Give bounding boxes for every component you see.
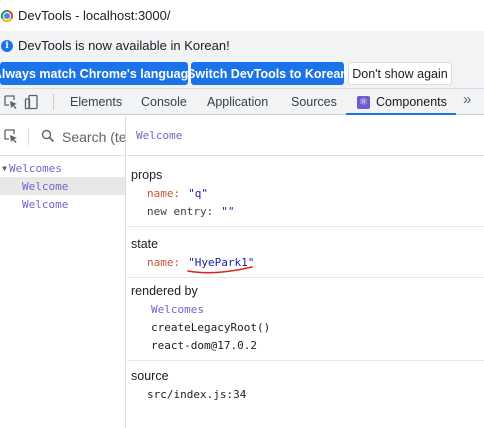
prop-key: name:	[147, 186, 181, 200]
tree-item-welcomes[interactable]: ▼ Welcomes	[0, 159, 125, 177]
selected-component-name: Welcome	[127, 116, 484, 156]
prop-value[interactable]: ""	[221, 205, 234, 218]
chrome-logo-icon	[1, 9, 13, 22]
dont-show-again-button[interactable]: Don't show again	[348, 62, 452, 85]
prop-row[interactable]: name: "q"	[131, 184, 484, 202]
caret-down-icon[interactable]: ▼	[0, 164, 9, 173]
tab-console[interactable]: Console	[141, 89, 187, 115]
source-location[interactable]: src/index.js:34	[131, 385, 484, 403]
source-section: source src/index.js:34	[127, 361, 484, 403]
prop-value[interactable]: "q"	[188, 187, 208, 200]
rendered-by-item[interactable]: Welcomes	[131, 300, 484, 318]
tree-item-welcome-selected[interactable]: Welcome	[0, 177, 125, 195]
infobar-message: DevTools is now available in Korean!	[18, 38, 230, 53]
window-title: DevTools - localhost:3000/	[18, 8, 171, 23]
props-title: props	[131, 168, 163, 182]
tab-components-label: Components	[376, 95, 447, 109]
rendered-by-item: react-dom@17.0.2	[151, 338, 257, 352]
component-search-input[interactable]	[62, 127, 125, 147]
infobar-buttons: Always match Chrome's language Switch De…	[0, 60, 484, 88]
select-component-icon[interactable]	[3, 128, 19, 144]
state-row[interactable]: name: "HyePark1"	[131, 253, 484, 271]
source-title: source	[131, 369, 169, 383]
react-components-icon: ⚛	[357, 95, 370, 109]
tab-elements[interactable]: Elements	[70, 89, 122, 115]
rendered-by-title: rendered by	[131, 284, 198, 298]
always-match-language-button[interactable]: Always match Chrome's language	[0, 62, 195, 85]
red-underline-annotation	[187, 266, 253, 274]
more-tabs-icon[interactable]: »	[463, 91, 471, 108]
switch-to-korean-button[interactable]: Switch DevTools to Korean	[187, 62, 348, 85]
language-infobar: i DevTools is now available in Korean!	[0, 31, 484, 60]
active-tab-indicator	[346, 113, 456, 115]
tree-item-label: Welcome	[22, 179, 69, 193]
inspect-element-icon[interactable]	[3, 94, 19, 110]
tree-item-welcome[interactable]: Welcome	[0, 195, 125, 213]
state-key: name:	[147, 255, 181, 269]
info-icon: i	[1, 39, 13, 52]
component-inspector-pane: Welcome props name: "q" new entry: "" st…	[127, 116, 484, 428]
tree-item-label: Welcome	[22, 197, 69, 211]
tab-application[interactable]: Application	[207, 89, 268, 115]
prop-row[interactable]: new entry: ""	[131, 202, 484, 220]
search-icon	[41, 129, 55, 143]
rendered-by-item: createLegacyRoot()	[151, 320, 271, 334]
toolbar-divider	[53, 94, 54, 110]
toolbar-divider	[28, 128, 29, 145]
tab-sources[interactable]: Sources	[291, 89, 337, 115]
props-section: props name: "q" new entry: ""	[127, 156, 484, 227]
component-tree-toolbar	[0, 116, 125, 156]
state-section: state name: "HyePark1"	[127, 227, 484, 278]
state-title: state	[131, 237, 159, 251]
devtools-tabbar: Elements Console Application Sources ⚛ C…	[0, 88, 484, 115]
device-toolbar-icon[interactable]	[24, 94, 40, 110]
prop-key: new entry:	[147, 204, 214, 218]
window-titlebar: DevTools - localhost:3000/	[0, 0, 484, 31]
component-tree-pane: ▼ Welcomes Welcome Welcome	[0, 116, 126, 428]
rendered-by-section: rendered by Welcomes createLegacyRoot() …	[127, 278, 484, 361]
tree-item-label: Welcomes	[9, 161, 62, 175]
component-tree: ▼ Welcomes Welcome Welcome	[0, 156, 125, 213]
tab-components[interactable]: ⚛ Components	[357, 89, 447, 115]
